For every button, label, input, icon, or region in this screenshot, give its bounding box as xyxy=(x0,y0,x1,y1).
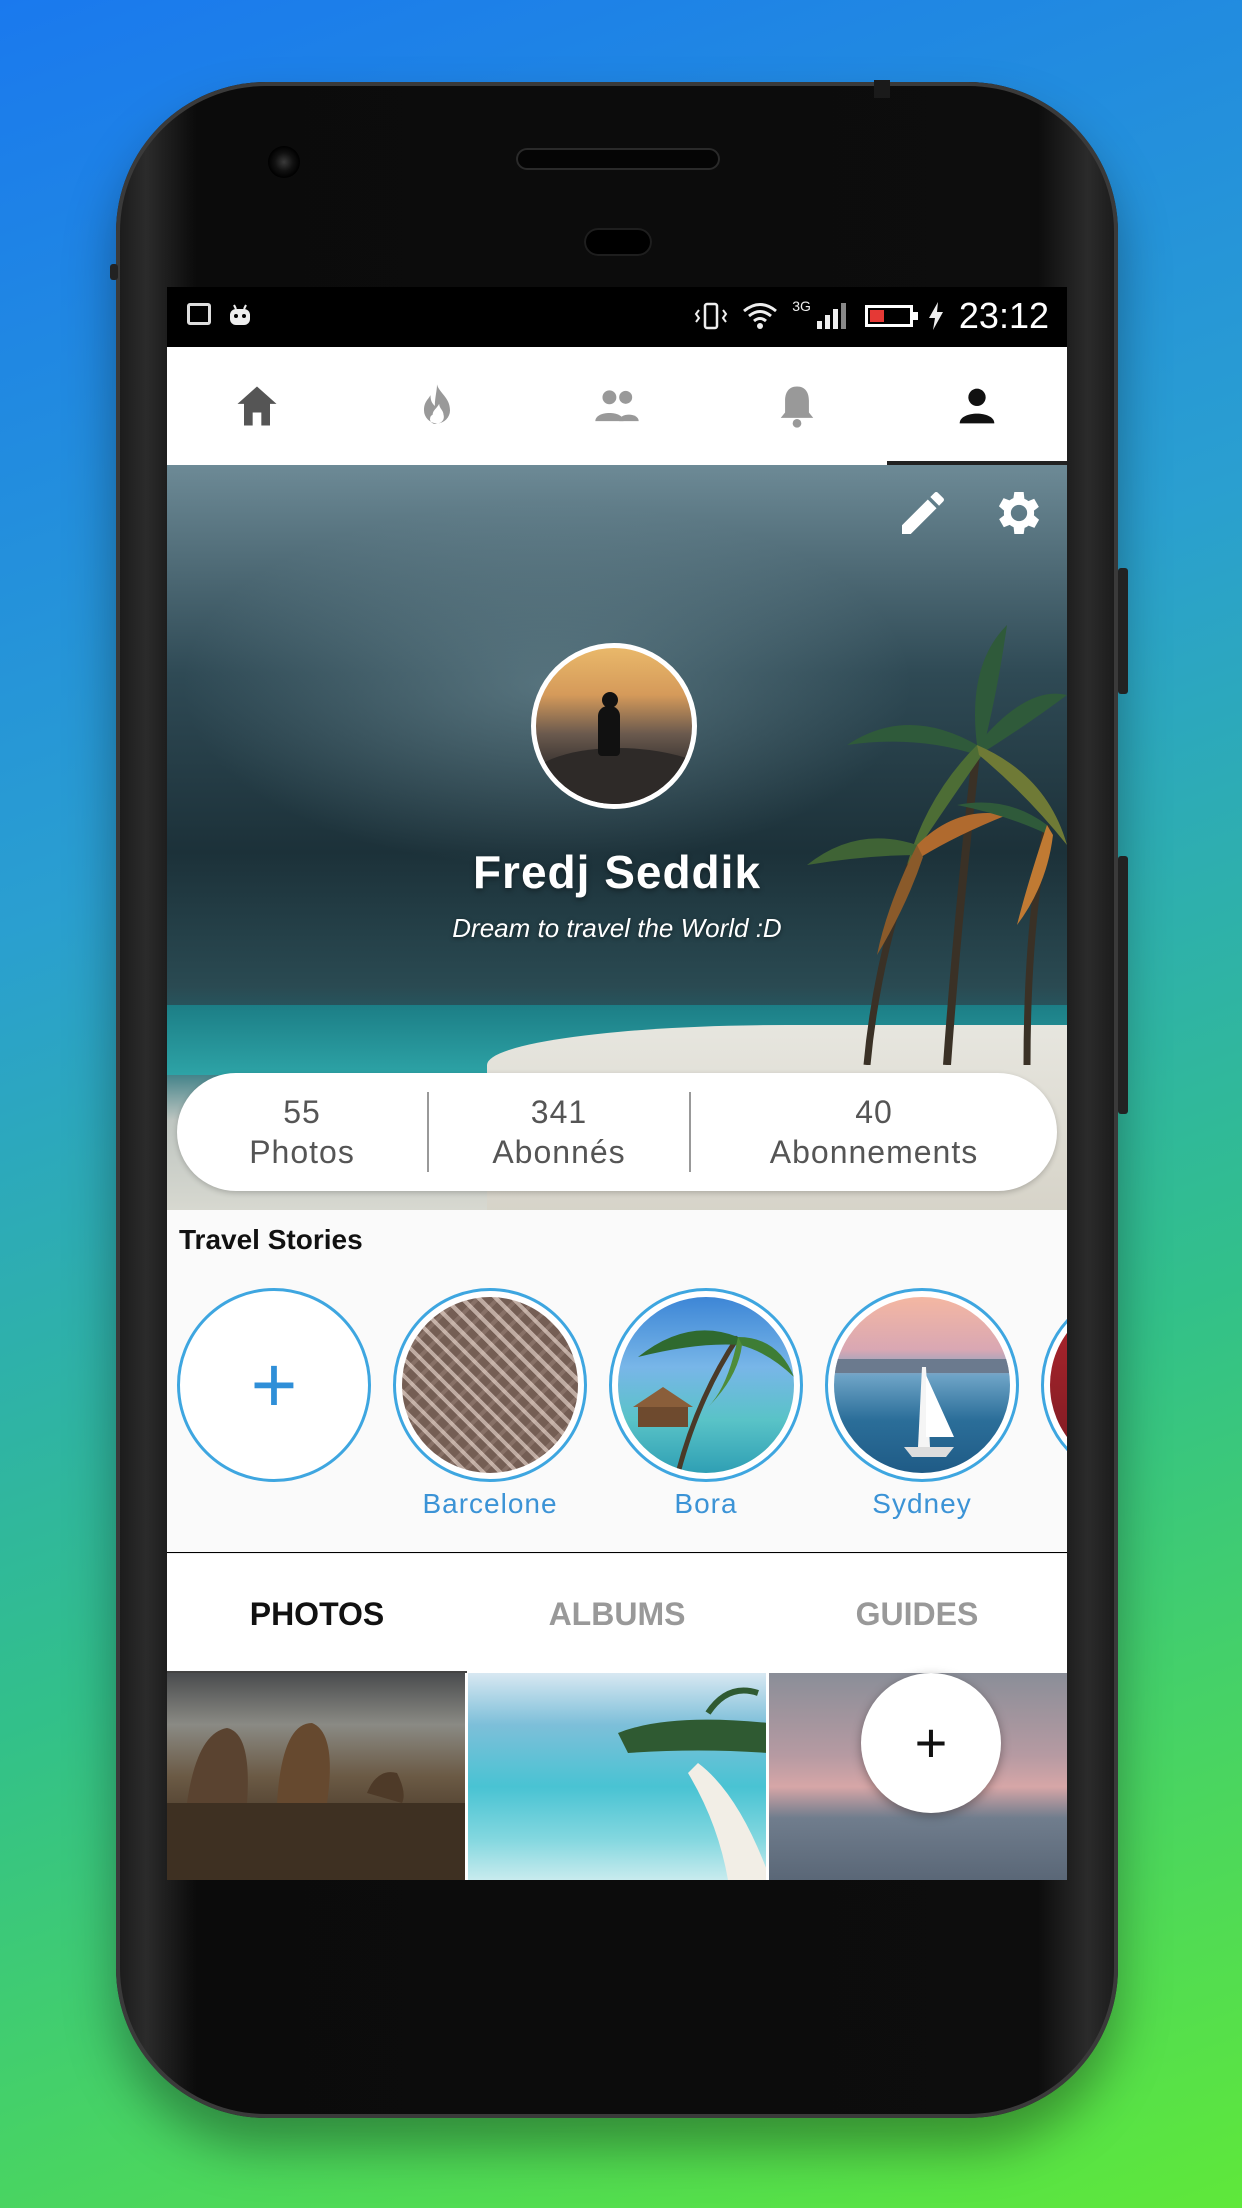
tab-guides[interactable]: GUIDES xyxy=(767,1554,1067,1674)
stat-following[interactable]: 40 Abonnements xyxy=(691,1092,1057,1172)
phone-top-notch xyxy=(874,80,890,98)
plus-icon: + xyxy=(914,1711,948,1774)
group-icon xyxy=(595,390,639,422)
phone-left-button xyxy=(110,264,118,280)
tab-photos[interactable]: PHOTOS xyxy=(167,1554,467,1674)
earpiece-speaker xyxy=(516,148,720,170)
plus-icon: + xyxy=(250,1340,298,1429)
edit-icon[interactable] xyxy=(895,485,951,541)
profile-name: Fredj Seddik xyxy=(472,846,762,898)
wifi-icon xyxy=(743,303,778,329)
story-thumbnail xyxy=(618,1297,794,1473)
story-item[interactable]: Barcelone xyxy=(393,1288,587,1520)
nav-tab-profile[interactable] xyxy=(887,347,1067,465)
settings-gear-icon[interactable] xyxy=(991,485,1047,541)
home-icon xyxy=(237,386,277,426)
profile-stats: 55 Photos 341 Abonnés 40 Abonnements xyxy=(177,1073,1057,1191)
story-thumbnail xyxy=(402,1297,578,1473)
stat-value: 341 xyxy=(530,1094,588,1130)
charging-icon xyxy=(928,302,943,330)
nav-tab-trending[interactable] xyxy=(347,347,527,465)
top-navigation xyxy=(167,347,1067,465)
battery-icon xyxy=(864,305,918,327)
content-tabs: PHOTOS ALBUMS GUIDES xyxy=(167,1553,1067,1674)
stat-followers[interactable]: 341 Abonnés xyxy=(429,1092,689,1172)
story-item-partial[interactable] xyxy=(1041,1288,1067,1482)
nav-tab-friends[interactable] xyxy=(527,347,707,465)
network-type: 3G xyxy=(792,298,811,314)
stat-value: 40 xyxy=(855,1094,893,1130)
stat-photos[interactable]: 55 Photos xyxy=(177,1092,427,1172)
image-notification-icon xyxy=(187,303,211,325)
nav-tab-notifications[interactable] xyxy=(707,347,887,465)
app-screen: 3G 23:12 Fredj Seddik Dream to travel th… xyxy=(167,287,1067,1880)
nav-tab-home[interactable] xyxy=(167,347,347,465)
story-label: Bora xyxy=(674,1488,738,1519)
bell-icon xyxy=(780,386,814,428)
proximity-sensor xyxy=(584,228,652,256)
stat-label: Photos xyxy=(249,1134,355,1170)
signal-icon xyxy=(816,303,846,329)
stories-title: Travel Stories xyxy=(179,1224,363,1255)
profile-cover: Fredj Seddik Dream to travel the World :… xyxy=(167,465,1067,1210)
story-item[interactable]: Bora xyxy=(609,1288,803,1520)
phone-power-button xyxy=(1118,568,1128,694)
stat-label: Abonnés xyxy=(492,1134,626,1170)
tab-albums[interactable]: ALBUMS xyxy=(467,1554,767,1674)
vibrate-icon xyxy=(694,302,728,330)
profile-bio: Dream to travel the World :D xyxy=(452,913,782,943)
status-time: 23:12 xyxy=(958,295,1049,336)
story-label: Barcelone xyxy=(422,1488,558,1519)
cover-actions xyxy=(895,485,1047,541)
story-thumbnail xyxy=(1050,1297,1067,1473)
android-notification-icon xyxy=(230,304,250,325)
front-camera xyxy=(268,146,300,178)
flame-icon xyxy=(424,384,450,424)
profile-avatar[interactable] xyxy=(531,643,697,809)
phone-volume-button xyxy=(1118,856,1128,1114)
stat-value: 55 xyxy=(283,1094,321,1130)
story-item[interactable]: Sydney xyxy=(825,1288,1019,1520)
add-photo-fab[interactable]: + xyxy=(861,1673,1001,1813)
person-icon xyxy=(959,388,995,424)
story-thumbnail xyxy=(834,1297,1010,1473)
story-label: Sydney xyxy=(872,1488,972,1519)
photo-thumbnail[interactable] xyxy=(465,1673,769,1880)
add-story-button[interactable]: + xyxy=(177,1288,371,1482)
stat-label: Abonnements xyxy=(769,1134,979,1170)
photo-thumbnail[interactable] xyxy=(167,1673,465,1880)
status-bar: 3G 23:12 xyxy=(167,287,1067,347)
travel-stories: Travel Stories + Barcelone Bora Sydney xyxy=(167,1210,1067,1552)
